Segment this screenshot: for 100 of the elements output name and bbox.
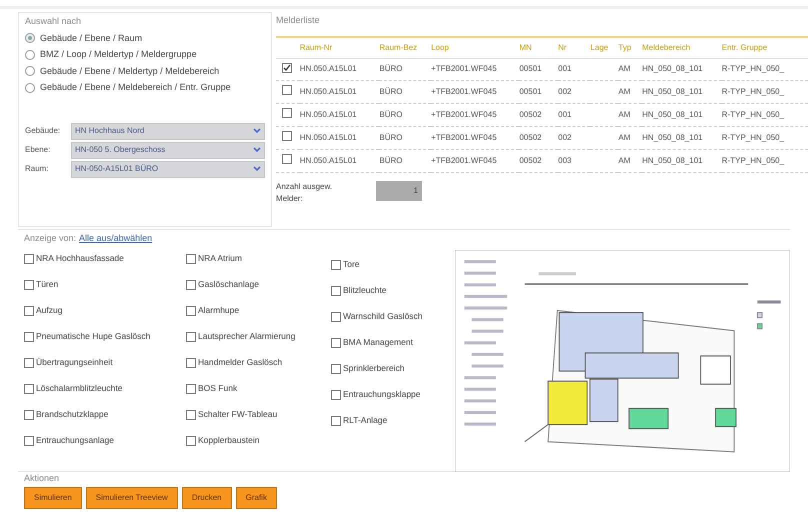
checkbox[interactable]: [282, 130, 292, 140]
checkbox[interactable]: [331, 390, 341, 400]
table-cell: R-TYP_HN_050_: [722, 64, 784, 73]
table-cell: 002: [558, 132, 572, 142]
checkbox-label: NRA Hochhausfassade: [36, 252, 124, 265]
table-cell: +TFB2001.WF045: [431, 132, 497, 142]
table-cell: HN_050_08_101: [642, 86, 703, 96]
field-label: Raum:: [25, 163, 50, 175]
checkbox-label: Sprinklerbereich: [343, 362, 404, 375]
column-header: Raum-Nr: [300, 36, 380, 58]
checkbox-label: Blitzleuchte: [343, 284, 386, 297]
radio-label: BMZ / Loop / Meldertyp / Meldergruppe: [40, 48, 197, 61]
column-header: Entr. Gruppe: [722, 36, 808, 58]
table-cell: 00502: [519, 110, 542, 118]
checkbox-label: Schalter FW-Tableau: [198, 408, 278, 421]
checkbox[interactable]: [24, 358, 34, 368]
action-button[interactable]: Simulieren: [24, 486, 82, 508]
table-cell: R-TYP_HN_050_: [722, 110, 784, 118]
checkbox-label: Aufzug: [36, 304, 62, 317]
checkbox[interactable]: [186, 358, 196, 368]
dropdown-field[interactable]: HN Hochhaus Nord: [71, 122, 265, 140]
radio-label: Gebäude / Ebene / Meldertyp / Meldebereich: [40, 64, 220, 78]
action-button[interactable]: Grafik: [236, 486, 277, 508]
checkbox[interactable]: [24, 384, 34, 394]
table-cell: HN.050.A15L01: [300, 156, 357, 164]
checkbox-label: Gaslöschanlage: [198, 278, 259, 291]
table-cell: 001: [558, 110, 572, 118]
checkbox[interactable]: [186, 436, 196, 446]
checkbox[interactable]: [331, 286, 341, 296]
table-cell: HN.050.A15L01: [300, 86, 357, 96]
checkbox[interactable]: [186, 254, 196, 264]
fieldset-legend: Anzeige von:: [24, 232, 76, 246]
action-button[interactable]: Simulieren Treeview: [86, 486, 178, 508]
table-cell: +TFB2001.WF045: [431, 110, 497, 118]
checkbox-label: Tore: [343, 258, 360, 271]
table-cell: HN.050.A15L01: [300, 110, 357, 118]
column-header: Lage: [590, 36, 618, 58]
table-cell: BÜRO: [379, 156, 402, 164]
radio-button[interactable]: [25, 82, 35, 93]
radio-button[interactable]: [25, 33, 35, 44]
fieldset-legend: Auswahl nach: [25, 15, 265, 28]
checkbox-label: NRA Atrium: [198, 252, 242, 265]
checkbox[interactable]: [282, 62, 292, 72]
checkbox-label: Brandschutzklappe: [36, 408, 108, 421]
checkbox[interactable]: [186, 280, 196, 290]
checkbox[interactable]: [186, 410, 196, 420]
radio-button[interactable]: [25, 50, 35, 60]
column-header: Nr: [558, 36, 590, 58]
checkbox[interactable]: [186, 384, 196, 394]
radio-label: Gebäude / Ebene / Meldebereich / Entr. Gruppe: [40, 81, 231, 94]
count-field: 1: [376, 180, 422, 200]
table-cell: AM: [618, 156, 630, 164]
table-cell: HN_050_08_101: [642, 64, 703, 73]
table-cell: +TFB2001.WF045: [431, 86, 497, 96]
checkbox-label: Kopplerbaustein: [198, 434, 260, 447]
select-all-link[interactable]: Alle aus/abwählen: [79, 232, 152, 246]
checkbox[interactable]: [24, 254, 34, 264]
table-cell: +TFB2001.WF045: [431, 156, 497, 164]
dropdown-field[interactable]: HN-050 5. Obergeschoss: [71, 142, 265, 158]
table-cell: HN_050_08_101: [642, 132, 703, 142]
checkbox[interactable]: [24, 332, 34, 342]
table-cell: R-TYP_HN_050_: [722, 132, 784, 142]
checkbox[interactable]: [24, 306, 34, 316]
checkbox[interactable]: [24, 436, 34, 446]
table-cell: AM: [618, 86, 630, 96]
checkbox-label: Pneumatische Hupe Gaslösch: [36, 330, 150, 343]
field-label: Gebäude:: [25, 125, 62, 137]
table-cell: BÜRO: [379, 132, 402, 142]
action-button[interactable]: Drucken: [182, 486, 232, 508]
fieldset-legend: Aktionen: [24, 472, 790, 486]
table-cell: 00502: [519, 132, 542, 142]
radio-button[interactable]: [25, 66, 35, 76]
dropdown-field[interactable]: HN-050-A15L01 BÜRO: [71, 160, 265, 178]
table-cell: 00502: [519, 156, 542, 164]
checkbox[interactable]: [331, 364, 341, 374]
checkbox[interactable]: [282, 154, 292, 164]
checkbox[interactable]: [186, 306, 196, 316]
checkbox[interactable]: [186, 332, 196, 342]
checkbox-label: Handmelder Gaslösch: [198, 356, 282, 369]
checkbox[interactable]: [282, 108, 292, 118]
table-cell: 00501: [519, 64, 542, 73]
radio-label: Gebäude / Ebene / Raum: [40, 32, 142, 44]
checkbox[interactable]: [282, 84, 292, 94]
checkbox[interactable]: [331, 338, 341, 348]
table-cell: R-TYP_HN_050_: [722, 156, 784, 164]
table-cell: HN.050.A15L01: [300, 132, 357, 142]
checkbox[interactable]: [331, 260, 341, 270]
table-cell: 002: [558, 86, 572, 96]
count-label: Anzahl ausgew. Melder:: [276, 180, 334, 204]
table-cell: AM: [618, 64, 630, 73]
checkbox[interactable]: [24, 410, 34, 420]
checkbox-label: Entrauchungsklappe: [343, 388, 421, 401]
checkbox-label: RLT-Anlage: [343, 414, 388, 427]
table-cell: R-TYP_HN_050_: [722, 86, 784, 96]
fieldset-legend: Melderliste: [276, 14, 808, 28]
checkmark-icon: [283, 64, 291, 72]
checkbox[interactable]: [331, 312, 341, 322]
checkbox[interactable]: [331, 416, 341, 426]
table-cell: 001: [558, 64, 572, 73]
checkbox[interactable]: [24, 280, 34, 290]
